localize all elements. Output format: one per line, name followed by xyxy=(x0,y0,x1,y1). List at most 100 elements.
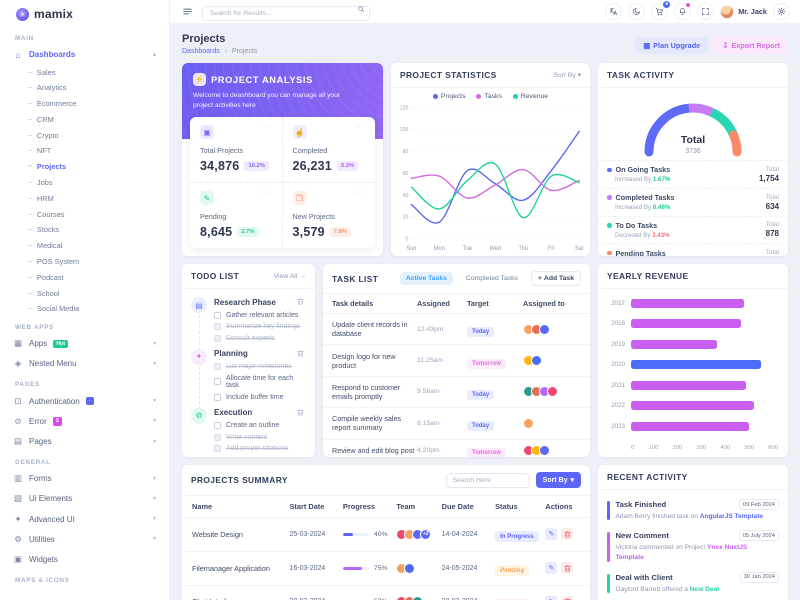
activity-link[interactable]: AngularJS Template xyxy=(700,513,763,520)
sort-by-dropdown[interactable]: Sort By ▾ xyxy=(553,71,581,79)
sidebar-item-apps[interactable]: ▦AppsHot▾ xyxy=(0,334,169,354)
main-content: Projects Dashboards › Projects ▦Plan Upg… xyxy=(170,24,800,600)
search-input[interactable] xyxy=(202,6,370,21)
more-options-icon[interactable]: ··· xyxy=(355,191,365,195)
activity-link[interactable]: New Deal xyxy=(690,586,719,593)
tab-active-tasks[interactable]: Active Tasks xyxy=(400,272,453,285)
svg-text:40: 40 xyxy=(403,193,409,199)
sidebar-subitem-medical[interactable]: –Medical xyxy=(0,238,169,254)
legend-item-projects: Projects xyxy=(433,93,466,100)
trash-icon[interactable] xyxy=(296,297,306,307)
stat-change-badge: 10.2% xyxy=(244,161,268,171)
fullscreen-icon[interactable] xyxy=(697,3,714,20)
cart-icon[interactable]: 5 xyxy=(651,3,668,20)
more-options-icon[interactable]: ··· xyxy=(262,191,272,195)
column-header: Actions xyxy=(545,496,580,517)
todo-item-label: Summarize key findings xyxy=(226,323,300,330)
task-details: Review and edit blog post xyxy=(332,440,417,458)
sidebar-item-authentication[interactable]: ⊡Authentication▫▾ xyxy=(0,391,169,411)
summary-search-input[interactable] xyxy=(446,473,530,488)
sidebar-subitem-podcast[interactable]: –Podcast xyxy=(0,269,169,285)
hamburger-icon[interactable] xyxy=(180,5,194,19)
todo-body: ▤Research PhaseGather relevant articlesS… xyxy=(182,289,315,457)
activity-color-bar xyxy=(607,574,610,593)
edit-icon[interactable]: ✎ xyxy=(545,528,557,540)
project-row[interactable]: Filemanager Application16-03-202475%24-0… xyxy=(182,552,590,586)
todo-checkbox[interactable] xyxy=(214,335,221,342)
delete-icon[interactable] xyxy=(561,562,573,574)
add-task-button[interactable]: + Add Task xyxy=(531,271,581,286)
sidebar-subitem-courses[interactable]: –Courses xyxy=(0,206,169,222)
theme-toggle-icon[interactable] xyxy=(628,3,645,20)
summary-sort-button[interactable]: Sort By ▾ xyxy=(536,472,581,488)
todo-checkbox[interactable] xyxy=(214,445,221,452)
task-row[interactable]: Design logo for new product11.25amTomorr… xyxy=(323,345,590,376)
task-assigned-time: 11.25am xyxy=(417,357,467,364)
activity-item: Task Finished09 Feb 2024Adam Berry finis… xyxy=(598,494,788,525)
task-row[interactable]: Compile weekly sales report summary8.15a… xyxy=(323,408,590,439)
sidebar-subitem-sales[interactable]: –Sales xyxy=(0,64,169,80)
task-row[interactable]: Respond to customer emails promptly9.56a… xyxy=(323,377,590,408)
sidebar-item-utilities[interactable]: ⚙Utilities▾ xyxy=(0,529,169,549)
plan-upgrade-button[interactable]: ▦Plan Upgrade xyxy=(635,37,708,54)
more-options-icon[interactable]: ··· xyxy=(262,125,272,129)
sidebar-item-nested-menu[interactable]: ◈Nested Menu▾ xyxy=(0,354,169,374)
trash-icon[interactable] xyxy=(296,349,306,359)
sidebar-subitem-crypto[interactable]: –Crypto xyxy=(0,127,169,143)
todo-checkbox[interactable] xyxy=(214,363,221,370)
sidebar-item-pages[interactable]: ▤Pages▾ xyxy=(0,431,169,451)
sidebar-subitem-jobs[interactable]: –Jobs xyxy=(0,175,169,191)
todo-checkbox[interactable] xyxy=(214,323,221,330)
todo-checkbox[interactable] xyxy=(214,434,221,441)
language-icon[interactable] xyxy=(605,3,622,20)
activity-item: Deal with Client30 Jan 2024Gaylord Barre… xyxy=(598,567,788,598)
sidebar-subitem-school[interactable]: –School xyxy=(0,285,169,301)
sidebar-subitem-hrm[interactable]: –HRM xyxy=(0,190,169,206)
todo-checkbox[interactable] xyxy=(214,394,221,401)
sidebar-item-dashboards[interactable]: ⌂Dashboards▴ xyxy=(0,45,169,64)
svg-text:Wed: Wed xyxy=(490,246,501,252)
sidebar-subitem-social-media[interactable]: –Social Media xyxy=(0,301,169,317)
search-icon[interactable] xyxy=(357,5,365,13)
brand-logo[interactable]: ✳ mamix xyxy=(0,0,169,28)
sidebar-subitem-ecommerce[interactable]: –Ecommerce xyxy=(0,96,169,112)
sidebar-subitem-nft[interactable]: –NFT xyxy=(0,143,169,159)
sidebar-item-widgets[interactable]: ▣Widgets xyxy=(0,549,169,569)
todo-checkbox[interactable] xyxy=(214,378,221,385)
todo-item: Write content xyxy=(214,434,306,441)
tab-completed-tasks[interactable]: Completed Tasks xyxy=(460,272,524,285)
sidebar-subitem-stocks[interactable]: –Stocks xyxy=(0,222,169,238)
delete-icon[interactable] xyxy=(561,528,573,540)
sidebar-subitem-pos-system[interactable]: –POS System xyxy=(0,254,169,270)
notifications-bell-icon[interactable] xyxy=(674,3,691,20)
activity-link[interactable]: Ynex NuxtJS Template xyxy=(616,544,748,561)
view-all-link[interactable]: View All → xyxy=(274,273,306,280)
user-profile[interactable]: Mr. Jack xyxy=(720,5,767,19)
subitem-dash: – xyxy=(28,163,32,170)
breadcrumb-dashboards[interactable]: Dashboards xyxy=(182,48,220,55)
sidebar-subitem-crm[interactable]: –CRM xyxy=(0,112,169,128)
sidebar-item-ui-elements[interactable]: ▧Ui Elements▾ xyxy=(0,489,169,509)
bar-row-2018: 2018 xyxy=(608,319,778,328)
delete-icon[interactable] xyxy=(561,596,573,600)
task-row[interactable]: Review and edit blog post4.20pmTomorrow xyxy=(323,440,590,458)
sidebar-item-forms[interactable]: ▥Forms▾ xyxy=(0,469,169,489)
sidebar-item-error[interactable]: ⊘Error3▾ xyxy=(0,411,169,431)
settings-gear-icon[interactable] xyxy=(773,3,790,20)
sidebar-subitem-projects[interactable]: –Projects xyxy=(0,159,169,175)
more-options-icon[interactable]: ··· xyxy=(355,125,365,129)
todo-checkbox[interactable] xyxy=(214,312,221,319)
task-row[interactable]: Update client records in database12.43pm… xyxy=(323,314,590,345)
bar-year-label: 2020 xyxy=(608,361,625,368)
sidebar-item-advanced-ui[interactable]: ✦Advanced UI▾ xyxy=(0,509,169,529)
task-activity-list: On Going TasksIncreased By 1.67%Total1,7… xyxy=(598,160,788,256)
project-row[interactable]: Website Design25-03-202440%+214-04-2024I… xyxy=(182,518,590,552)
edit-icon[interactable]: ✎ xyxy=(545,562,557,574)
trash-icon[interactable] xyxy=(296,408,306,418)
svg-text:Thu: Thu xyxy=(518,246,528,252)
project-row[interactable]: Chat Interface28-02-202458%28-03-2024Ong… xyxy=(182,586,590,600)
sidebar-subitem-analytics[interactable]: –Analytics xyxy=(0,80,169,96)
todo-checkbox[interactable] xyxy=(214,422,221,429)
export-report-button[interactable]: ↧Export Report xyxy=(714,37,788,54)
edit-icon[interactable]: ✎ xyxy=(545,596,557,600)
